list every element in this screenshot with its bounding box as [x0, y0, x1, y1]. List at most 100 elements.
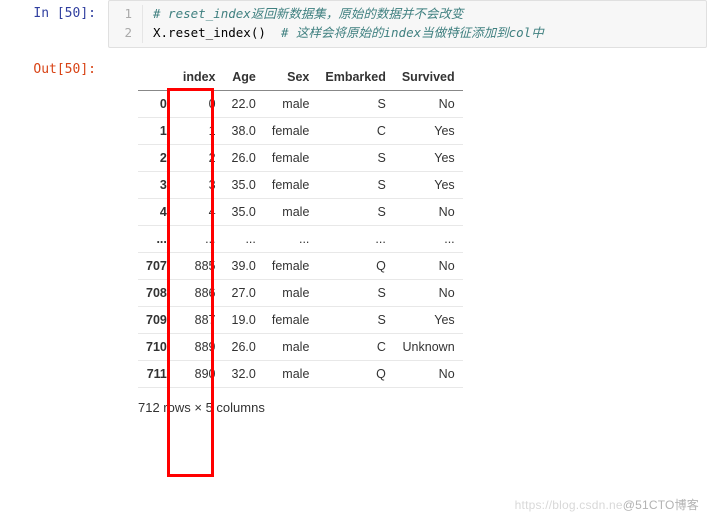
cell: male [264, 360, 318, 387]
cell: S [317, 144, 393, 171]
cell: 1 [175, 117, 224, 144]
output-area: index Age Sex Embarked Survived 0022.0ma… [108, 56, 463, 415]
cell: male [264, 333, 318, 360]
line-number: 1 [109, 5, 132, 24]
code-content: # reset_index返回新数据集，原始的数据并不会改变 X.reset_i… [143, 5, 544, 43]
cell: 0 [175, 90, 224, 117]
blank-corner [138, 64, 175, 91]
cell: female [264, 171, 318, 198]
in-prompt: In [50]: [0, 0, 108, 21]
cell: male [264, 198, 318, 225]
row-index: 4 [138, 198, 175, 225]
table-row: 4435.0maleSNo [138, 198, 463, 225]
table-row: 0022.0maleSNo [138, 90, 463, 117]
row-index: 1 [138, 117, 175, 144]
col-header: Survived [394, 64, 463, 91]
cell: 22.0 [224, 90, 264, 117]
row-index: 709 [138, 306, 175, 333]
row-index: 711 [138, 360, 175, 387]
cell: S [317, 279, 393, 306]
line-number: 2 [109, 24, 132, 43]
cell: 26.0 [224, 333, 264, 360]
row-index: 3 [138, 171, 175, 198]
cell: female [264, 117, 318, 144]
cell: 2 [175, 144, 224, 171]
cell: 35.0 [224, 198, 264, 225]
cell: Yes [394, 117, 463, 144]
watermark: https://blog.csdn.ne@51CTO博客 [515, 496, 699, 513]
code-cell[interactable]: 1 2 # reset_index返回新数据集，原始的数据并不会改变 X.res… [108, 0, 707, 48]
watermark-faint: https://blog.csdn.ne [515, 498, 623, 512]
out-prompt: Out[50]: [0, 56, 108, 77]
col-header: Sex [264, 64, 318, 91]
cell: 887 [175, 306, 224, 333]
row-index: 2 [138, 144, 175, 171]
cell: ... [224, 225, 264, 252]
cell: S [317, 90, 393, 117]
cell: No [394, 360, 463, 387]
cell: 885 [175, 252, 224, 279]
cell: 38.0 [224, 117, 264, 144]
row-index: 707 [138, 252, 175, 279]
row-index: 0 [138, 90, 175, 117]
table-row: 1138.0femaleCYes [138, 117, 463, 144]
table-row: 71189032.0maleQNo [138, 360, 463, 387]
cell: 3 [175, 171, 224, 198]
table-row: 3335.0femaleSYes [138, 171, 463, 198]
cell: Unknown [394, 333, 463, 360]
cell: No [394, 90, 463, 117]
table-row: 2226.0femaleSYes [138, 144, 463, 171]
watermark-text: @51CTO博客 [623, 498, 699, 512]
cell: 889 [175, 333, 224, 360]
col-header: index [175, 64, 224, 91]
cell: C [317, 333, 393, 360]
cell: female [264, 306, 318, 333]
cell: ... [394, 225, 463, 252]
cell: 19.0 [224, 306, 264, 333]
code-comment: # 这样会将原始的index当做特征添加到col中 [281, 25, 544, 40]
cell: 4 [175, 198, 224, 225]
cell: female [264, 252, 318, 279]
cell: ... [317, 225, 393, 252]
cell: 27.0 [224, 279, 264, 306]
table-row: .................. [138, 225, 463, 252]
cell: ... [264, 225, 318, 252]
cell: male [264, 279, 318, 306]
cell: 886 [175, 279, 224, 306]
cell: male [264, 90, 318, 117]
cell: 26.0 [224, 144, 264, 171]
cell: S [317, 306, 393, 333]
cell: No [394, 279, 463, 306]
table-row: 70988719.0femaleSYes [138, 306, 463, 333]
line-number-gutter: 1 2 [109, 5, 143, 43]
table-row: 70888627.0maleSNo [138, 279, 463, 306]
cell: C [317, 117, 393, 144]
dataframe-table: index Age Sex Embarked Survived 0022.0ma… [138, 64, 463, 388]
cell: 35.0 [224, 171, 264, 198]
col-header: Embarked [317, 64, 393, 91]
table-header-row: index Age Sex Embarked Survived [138, 64, 463, 91]
cell: S [317, 198, 393, 225]
cell: S [317, 171, 393, 198]
cell: ... [175, 225, 224, 252]
row-index: 708 [138, 279, 175, 306]
cell: No [394, 198, 463, 225]
cell: 39.0 [224, 252, 264, 279]
code-text: X.reset_index() [153, 25, 281, 40]
cell: Yes [394, 171, 463, 198]
table-row: 71088926.0maleCUnknown [138, 333, 463, 360]
cell: Yes [394, 144, 463, 171]
table-row: 70788539.0femaleQNo [138, 252, 463, 279]
cell: Yes [394, 306, 463, 333]
cell: No [394, 252, 463, 279]
cell: female [264, 144, 318, 171]
cell: Q [317, 360, 393, 387]
cell: Q [317, 252, 393, 279]
output-cell: Out[50]: index Age Sex Embarked Survived… [0, 56, 707, 415]
row-index: ... [138, 225, 175, 252]
code-comment: # reset_index返回新数据集，原始的数据并不会改变 [153, 6, 463, 21]
cell: 32.0 [224, 360, 264, 387]
input-cell: In [50]: 1 2 # reset_index返回新数据集，原始的数据并不… [0, 0, 707, 48]
cell: 890 [175, 360, 224, 387]
dataframe-shape-note: 712 rows × 5 columns [138, 388, 463, 415]
